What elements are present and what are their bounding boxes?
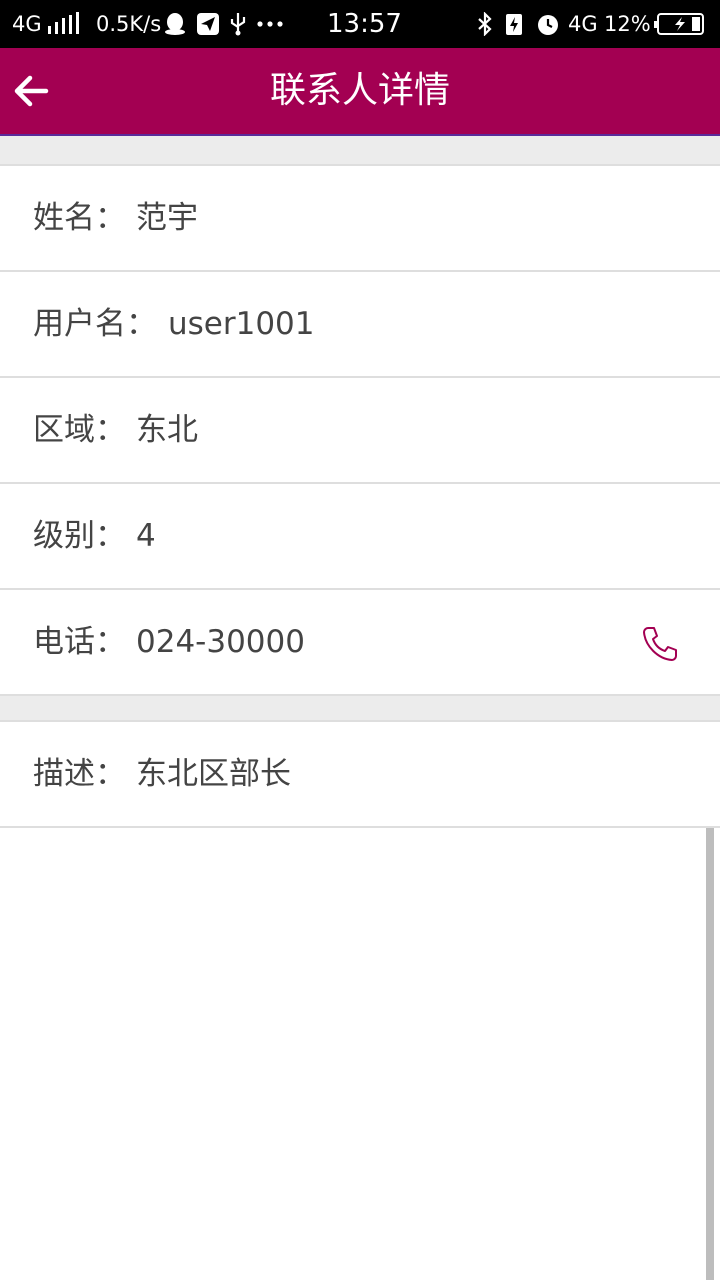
network-type-right: 4G [568, 12, 598, 36]
phone-row: 电话： 024-30000 [0, 590, 720, 696]
app-header: 联系人详情 [0, 48, 720, 136]
qq-icon [164, 12, 186, 36]
back-button[interactable] [8, 68, 56, 114]
phone-icon [640, 627, 680, 668]
region-row: 区域： 东北 [0, 378, 720, 484]
page-title: 联系人详情 [269, 70, 450, 111]
region-value: 东北 [136, 412, 198, 448]
username-label: 用户名： [33, 306, 157, 342]
signal-icon [46, 12, 82, 36]
section-divider [0, 136, 720, 166]
arrow-left-icon [8, 75, 56, 118]
send-icon [196, 12, 220, 36]
network-speed: 0.5K/s [96, 12, 162, 36]
phone-value: 024-30000 [136, 624, 305, 660]
network-type-left: 4G [12, 12, 42, 36]
contact-detail-screen: 4G 0.5K/s 13:57 4G 12% 联系人详情 姓名： 范宇 用户名：… [0, 0, 720, 1280]
description-value: 东北区部长 [136, 756, 291, 792]
status-bar: 4G 0.5K/s 13:57 4G 12% [0, 0, 720, 48]
level-row: 级别： 4 [0, 484, 720, 590]
battery-percent: 12% [604, 12, 651, 36]
username-value: user1001 [168, 306, 315, 342]
scrollbar[interactable] [706, 828, 714, 1280]
username-row: 用户名： user1001 [0, 272, 720, 378]
more-dots-icon [256, 12, 284, 36]
phone-label: 电话： [33, 624, 126, 660]
name-value: 范宇 [136, 200, 198, 236]
usb-icon [228, 12, 248, 36]
battery-icon [654, 12, 706, 36]
battery-saver-icon [504, 12, 524, 36]
name-label: 姓名： [33, 200, 126, 236]
clock: 13:57 [327, 9, 402, 39]
description-label: 描述： [33, 756, 126, 792]
level-label: 级别： [33, 518, 126, 554]
bluetooth-icon [474, 12, 496, 36]
name-row: 姓名： 范宇 [0, 166, 720, 272]
section-divider [0, 696, 720, 722]
region-label: 区域： [33, 412, 126, 448]
level-value: 4 [136, 518, 156, 554]
description-row: 描述： 东北区部长 [0, 722, 720, 828]
call-button[interactable] [640, 624, 680, 664]
alarm-icon [536, 12, 560, 36]
